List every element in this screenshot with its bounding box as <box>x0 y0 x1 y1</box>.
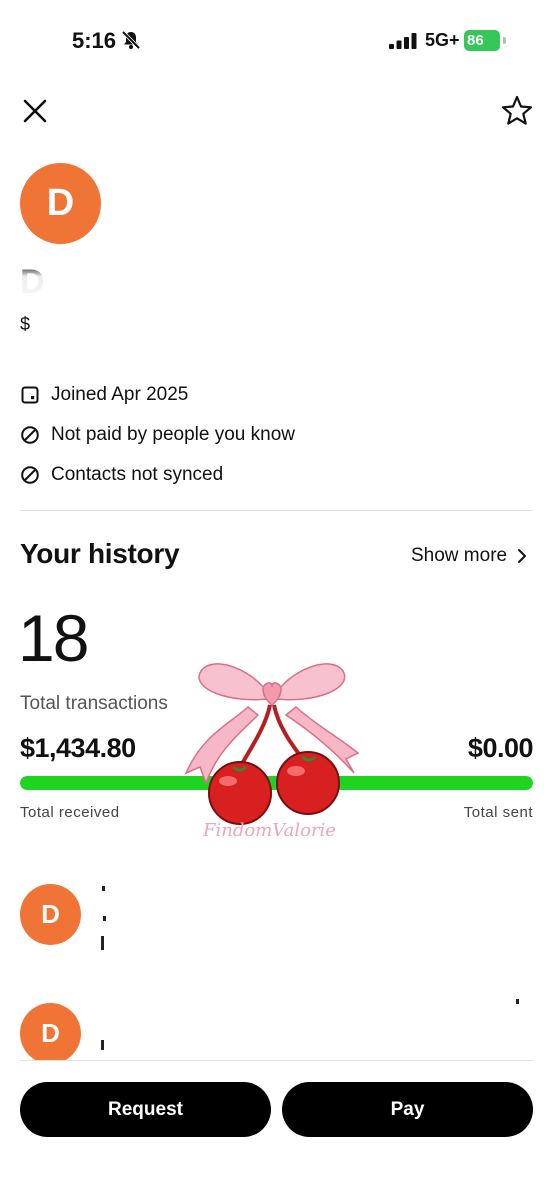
total-sent-label: Total sent <box>463 804 533 821</box>
profile-handle-text: $ <box>20 314 31 334</box>
profile-name: D <box>20 264 260 300</box>
block-icon <box>21 466 39 484</box>
redaction-artifact <box>516 999 519 1004</box>
info-joined-text: Joined Apr 2025 <box>51 384 189 405</box>
star-icon[interactable] <box>500 94 534 128</box>
transaction-redaction[interactable] <box>98 998 533 1060</box>
transactions-label: Total transactions <box>20 693 168 714</box>
transaction-avatar: D <box>20 1003 81 1064</box>
calendar-icon <box>21 386 39 404</box>
transaction-avatar: D <box>20 884 81 945</box>
battery-level: 86 <box>464 30 500 51</box>
total-sent-amount: $0.00 <box>467 733 534 763</box>
info-joined: Joined Apr 2025 <box>20 384 188 406</box>
show-more-link[interactable]: Show more <box>411 545 527 567</box>
handle-redaction <box>34 314 160 336</box>
redaction-artifact <box>101 1040 104 1050</box>
info-not-paid-text: Not paid by people you know <box>51 424 295 445</box>
request-button[interactable]: Request <box>20 1082 271 1137</box>
transactions-count: 18 <box>18 601 89 675</box>
status-bar: 5:16 5G+ 86 <box>0 0 553 70</box>
status-time: 5:16 <box>72 28 117 53</box>
redaction-artifact <box>102 886 105 891</box>
redaction-artifact <box>103 916 106 921</box>
network-type: 5G+ <box>425 30 460 50</box>
total-received-amount: $1,434.80 <box>20 733 136 763</box>
block-icon <box>21 426 39 444</box>
pay-button[interactable]: Pay <box>282 1082 533 1137</box>
watermark-text: FindomValorie <box>203 820 336 841</box>
history-title: Your history <box>20 538 180 569</box>
redaction-artifact <box>101 936 104 950</box>
info-contacts: Contacts not synced <box>20 464 223 486</box>
close-icon[interactable] <box>18 94 52 128</box>
show-more-label: Show more <box>411 545 508 566</box>
name-redaction <box>20 264 260 300</box>
info-contacts-text: Contacts not synced <box>51 464 224 485</box>
bell-muted-icon <box>121 30 141 50</box>
divider <box>20 510 533 511</box>
profile-page: 5:16 5G+ 86 D D $ <box>0 0 553 1200</box>
chevron-right-icon <box>518 549 527 563</box>
total-received-label: Total received <box>20 804 120 821</box>
info-not-paid: Not paid by people you know <box>20 424 295 446</box>
profile-handle: $ <box>20 314 160 336</box>
profile-avatar: D <box>20 163 101 244</box>
signal-icon <box>389 33 417 49</box>
battery-nub <box>503 37 506 44</box>
transaction-redaction[interactable] <box>98 880 533 955</box>
battery-icon: 86 <box>464 30 506 51</box>
